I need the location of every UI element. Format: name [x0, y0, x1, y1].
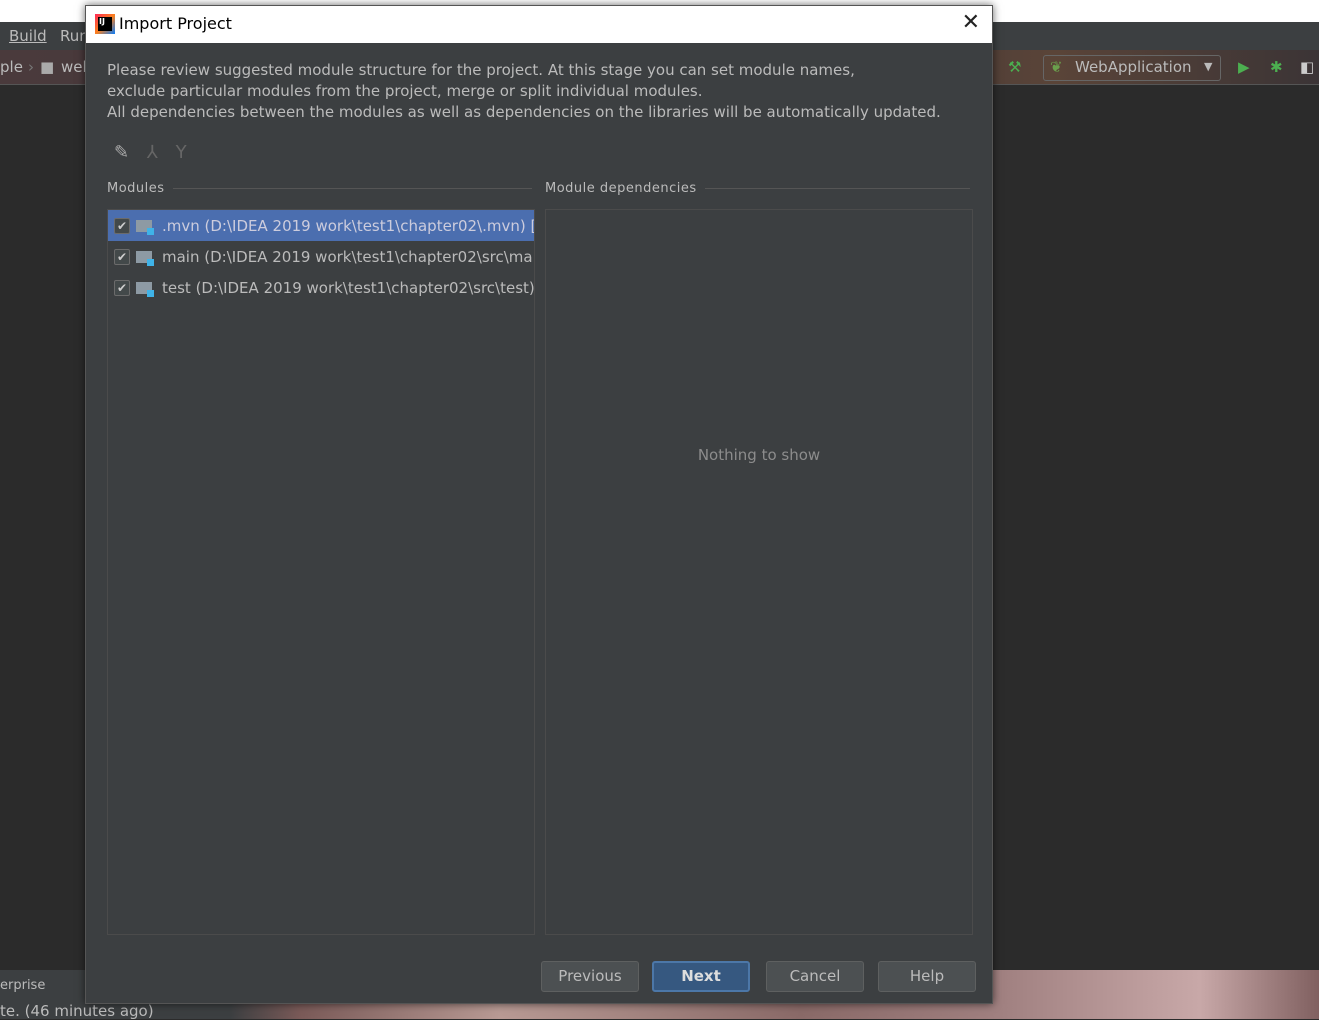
build-hammer-icon[interactable]: ⚒	[1008, 58, 1021, 76]
status-text: te. (46 minutes ago)	[0, 1002, 154, 1020]
list-item[interactable]: ✔ .mvn (D:\IDEA 2019 work\test1\chapter02…	[108, 210, 534, 241]
module-folder-icon	[136, 218, 154, 235]
dropdown-arrow-icon: ▼	[1204, 60, 1213, 73]
module-folder-icon	[136, 249, 154, 266]
folder-icon: ■	[40, 58, 55, 76]
split-icon[interactable]: Y	[176, 142, 187, 163]
description-line: All dependencies between the modules as …	[107, 103, 941, 121]
chevron-right-icon: ›	[28, 58, 34, 76]
module-name: test (D:\IDEA 2019 work\test1\chapter02\…	[162, 278, 534, 297]
module-checkbox[interactable]: ✔	[114, 248, 130, 265]
description-line: exclude particular modules from the proj…	[107, 82, 703, 100]
module-checkbox[interactable]: ✔	[114, 217, 130, 234]
menu-build[interactable]: Build	[9, 27, 47, 45]
edit-icon[interactable]: ✎	[114, 142, 129, 163]
dialog-title: Import Project	[119, 14, 232, 33]
run-config-name: WebApplication	[1075, 58, 1192, 76]
breadcrumb-item[interactable]: ple	[0, 58, 23, 76]
intellij-logo-icon: IJ	[95, 14, 115, 34]
previous-button[interactable]: Previous	[541, 961, 639, 992]
merge-icon[interactable]: ⅄	[147, 142, 158, 163]
cancel-button[interactable]: Cancel	[766, 961, 864, 992]
module-name: .mvn (D:\IDEA 2019 work\test1\chapter02\…	[162, 216, 534, 235]
dependencies-section: Module dependencies	[545, 181, 970, 196]
next-button[interactable]: Next	[652, 961, 750, 992]
empty-text: Nothing to show	[697, 446, 821, 464]
modules-section: Modules	[107, 181, 532, 196]
import-project-dialog: IJ Import Project ✕ Please review sugges…	[85, 5, 993, 1004]
dependencies-list[interactable]: Nothing to show	[545, 209, 973, 935]
modules-label: Modules	[107, 181, 165, 196]
description-line: Please review suggested module structure…	[107, 61, 855, 79]
module-name: main (D:\IDEA 2019 work\test1\chapter02\…	[162, 247, 534, 266]
dependencies-label: Module dependencies	[545, 181, 697, 196]
run-config-selector[interactable]: ❦ WebApplication ▼	[1043, 55, 1221, 81]
breadcrumb-item[interactable]: wel	[61, 58, 87, 76]
spring-boot-icon: ❦	[1050, 58, 1063, 76]
status-text: erprise	[0, 978, 46, 993]
run-icon[interactable]: ▶	[1238, 58, 1250, 76]
help-button[interactable]: Help	[878, 961, 976, 992]
list-item[interactable]: ✔ test (D:\IDEA 2019 work\test1\chapter02…	[108, 272, 534, 303]
module-folder-icon	[136, 280, 154, 297]
debug-icon[interactable]: ✱	[1270, 58, 1283, 76]
dialog-titlebar: IJ Import Project ✕	[86, 6, 992, 43]
coverage-icon[interactable]: ◧	[1300, 58, 1314, 76]
list-item[interactable]: ✔ main (D:\IDEA 2019 work\test1\chapter02…	[108, 241, 534, 272]
close-icon[interactable]: ✕	[962, 10, 980, 35]
description: Please review suggested module structure…	[107, 60, 941, 123]
module-checkbox[interactable]: ✔	[114, 279, 130, 296]
module-toolbar: ✎ ⅄ Y	[114, 142, 199, 163]
modules-list[interactable]: ✔ .mvn (D:\IDEA 2019 work\test1\chapter02…	[107, 209, 535, 935]
